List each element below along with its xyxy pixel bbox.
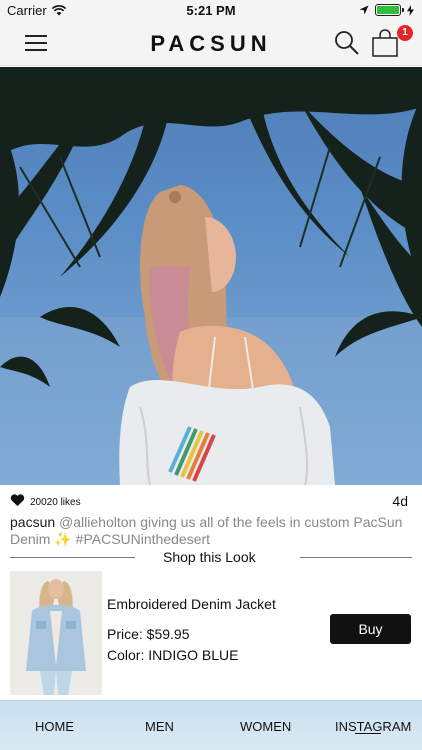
instagram-post-photo[interactable]	[0, 67, 422, 485]
nav-women[interactable]: WOMEN	[240, 719, 291, 734]
post-meta-row: 20020 likes 4d	[10, 493, 412, 511]
app-header: PACSUN 1	[0, 22, 422, 66]
shop-the-look-title: Shop this Look	[163, 549, 256, 565]
shopping-bag-icon[interactable]	[371, 28, 399, 58]
likes-count: 20020 likes	[30, 497, 81, 508]
battery-level	[377, 6, 399, 14]
product-thumbnail[interactable]	[10, 571, 102, 695]
status-bar: Carrier 5:21 PM	[0, 0, 422, 22]
product-thumbnail-illustration	[10, 571, 102, 695]
buy-button[interactable]: Buy	[330, 614, 411, 644]
post-photo-illustration	[0, 67, 422, 485]
post-age: 4d	[392, 493, 408, 509]
divider-line-right	[300, 557, 412, 558]
bottom-nav: HOME MEN WOMEN INSTAGRAM	[0, 700, 422, 750]
nav-home[interactable]: HOME	[35, 719, 74, 734]
nav-men[interactable]: MEN	[145, 719, 174, 734]
post-username[interactable]: pacsun	[10, 514, 55, 530]
post-caption-text: @allieholton giving us all of the feels …	[10, 514, 403, 547]
status-right	[359, 4, 414, 16]
shop-the-look-header: Shop this Look	[10, 549, 412, 567]
divider-line-left	[10, 557, 135, 558]
cart-count-badge[interactable]: 1	[397, 25, 413, 41]
nav-instagram[interactable]: INSTAGRAM	[335, 719, 411, 734]
location-arrow-icon	[359, 5, 369, 15]
battery-icon	[375, 4, 404, 16]
charging-bolt-icon	[407, 4, 414, 16]
active-tab-indicator	[355, 733, 381, 734]
post-caption: pacsun @allieholton giving us all of the…	[10, 514, 414, 548]
product-price: Price: $59.95	[107, 626, 190, 642]
product-color: Color: INDIGO BLUE	[107, 647, 239, 663]
product-name[interactable]: Embroidered Denim Jacket	[107, 596, 276, 612]
heart-icon[interactable]	[10, 493, 25, 507]
search-icon[interactable]	[334, 30, 360, 56]
